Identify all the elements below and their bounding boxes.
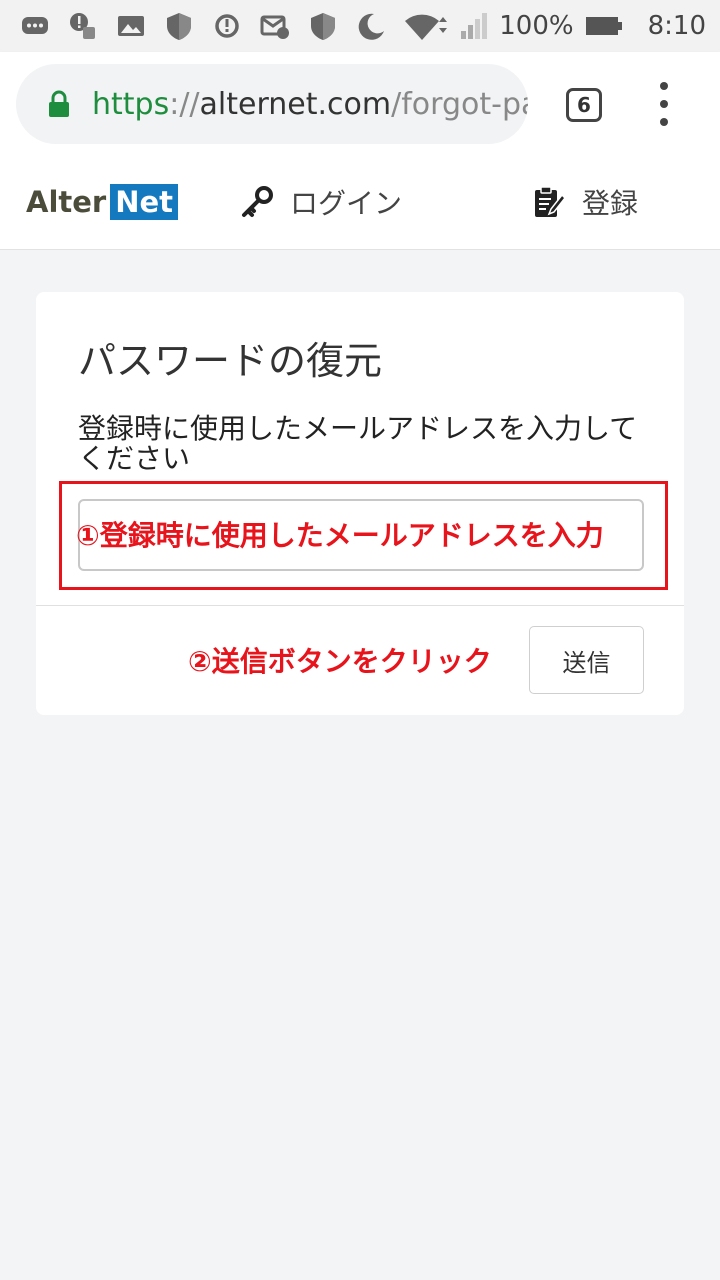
- url-text: https://alternet.com/forgot-pa: [92, 87, 528, 122]
- menu-dot: [660, 100, 668, 108]
- wifi-icon: [403, 11, 449, 41]
- submit-button[interactable]: 送信: [529, 626, 644, 694]
- nav-login-label: ログイン: [290, 187, 403, 220]
- url-host: alternet.com: [199, 86, 392, 122]
- browser-toolbar: https://alternet.com/forgot-pa 6: [0, 52, 720, 160]
- url-scheme: https: [92, 86, 170, 122]
- shield-icon: [164, 11, 194, 41]
- tab-count: 6: [577, 93, 591, 117]
- alert-robot-icon: [68, 11, 98, 41]
- logo-net: Net: [110, 184, 179, 220]
- clipboard-edit-icon: [535, 186, 566, 217]
- logo-alter: Alter: [26, 185, 107, 219]
- menu-dot: [660, 118, 668, 126]
- moon-icon: [356, 11, 386, 41]
- battery-icon: [584, 11, 624, 41]
- browser-menu-button[interactable]: [652, 82, 676, 126]
- nav-register-link[interactable]: 登録: [532, 182, 638, 222]
- site-header: Alter Net ログイン 登録: [0, 160, 720, 250]
- site-logo[interactable]: Alter Net: [26, 184, 179, 220]
- url-path: /forgot-pa: [391, 86, 528, 122]
- card-divider: [36, 605, 684, 606]
- status-bar: 100% 8:10: [0, 0, 720, 52]
- chat-icon: [20, 11, 50, 41]
- mail-alert-icon: [260, 11, 290, 41]
- annotation-step-1: ①登録時に使用したメールアドレスを入力: [76, 519, 604, 552]
- instruction-text: 登録時に使用したメールアドレスを入力してください: [78, 412, 638, 475]
- notification-icons: [20, 11, 386, 41]
- address-bar[interactable]: https://alternet.com/forgot-pa: [16, 64, 528, 144]
- lock-icon: [49, 90, 69, 117]
- shield-icon: [308, 11, 338, 41]
- password-recovery-card: パスワードの復元 登録時に使用したメールアドレスを入力してください ①登録時に使…: [36, 292, 684, 715]
- clock: 8:10: [647, 11, 706, 41]
- sync-icon: [212, 11, 242, 41]
- signal-icon: [459, 11, 489, 41]
- page-title: パスワードの復元: [78, 339, 383, 383]
- annotation-step-2: ②送信ボタンをクリック: [188, 645, 492, 678]
- menu-dot: [660, 82, 668, 90]
- key-icon: [242, 186, 273, 217]
- nav-login-link[interactable]: ログイン: [240, 182, 402, 222]
- tab-switcher-button[interactable]: 6: [566, 88, 602, 122]
- image-icon: [116, 11, 146, 41]
- url-separator: ://: [169, 86, 200, 122]
- nav-register-label: 登録: [582, 187, 639, 220]
- system-status: 100% 8:10: [403, 11, 706, 41]
- battery-percent: 100%: [499, 11, 574, 41]
